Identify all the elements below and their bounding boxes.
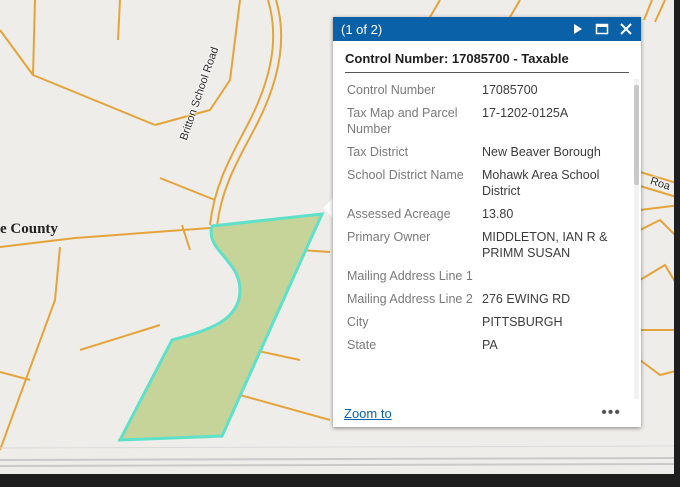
attribute-value: New Beaver Borough: [482, 145, 601, 159]
attribute-value: [478, 265, 628, 288]
attribute-row: Tax District New Beaver Borough: [343, 141, 628, 164]
maximize-button[interactable]: [595, 22, 609, 36]
attribute-row: City PITTSBURGH: [343, 311, 628, 334]
attribute-name: Primary Owner: [347, 230, 431, 244]
attribute-name: Assessed Acreage: [347, 207, 451, 221]
attribute-row: School District Name Mohawk Area School …: [343, 164, 628, 203]
attribute-row: State PA: [343, 334, 628, 357]
attribute-row: Mailing Address Line 1: [343, 265, 628, 288]
attribute-value: MIDDLETON, IAN R & PRIMM SUSAN: [482, 230, 608, 260]
attribute-row: Assessed Acreage 13.80: [343, 203, 628, 226]
popup-count: (1 of 2): [341, 21, 383, 37]
attribute-value: Mohawk Area School District: [482, 168, 600, 198]
popup-attributes[interactable]: Control Number 17085700 Tax Map and Parc…: [333, 79, 633, 399]
zoom-to-link[interactable]: Zoom to: [344, 406, 601, 421]
attribute-row: Mailing Address Line 2 276 EWING RD: [343, 288, 628, 311]
bottom-border: [0, 474, 680, 487]
attribute-name: School District Name: [347, 168, 464, 182]
attribute-name: Mailing Address Line 2: [347, 292, 473, 306]
attribute-value: 17-1202-0125A: [482, 106, 569, 120]
attribute-value: 276 EWING RD: [482, 292, 571, 306]
attribute-row: Tax Map and Parcel Number 17-1202-0125A: [343, 102, 628, 141]
attribute-name: Control Number: [347, 83, 436, 97]
attribute-value: PITTSBURGH: [482, 315, 563, 329]
attribute-name: Tax Map and Parcel Number: [347, 106, 458, 136]
scrollbar-thumb[interactable]: [634, 85, 639, 185]
attribute-value: PA: [482, 338, 498, 352]
popup-footer: Zoom to •••: [333, 401, 641, 425]
maximize-icon: [595, 23, 609, 35]
close-icon: [620, 23, 632, 35]
feature-popup: (1 of 2) Control Number: 17085700 - Taxa…: [333, 17, 641, 427]
popup-header: (1 of 2): [333, 17, 641, 41]
right-border: [674, 0, 680, 487]
attribute-name: State: [347, 338, 377, 352]
attribute-value: 13.80: [482, 207, 514, 221]
attribute-table: Control Number 17085700 Tax Map and Parc…: [343, 79, 628, 357]
attribute-name: City: [347, 315, 369, 329]
more-actions-button[interactable]: •••: [601, 404, 621, 422]
attribute-row: Control Number 17085700: [343, 79, 628, 102]
next-feature-button[interactable]: [571, 22, 585, 36]
popup-title: Control Number: 17085700 - Taxable: [345, 51, 629, 73]
attribute-row: Primary Owner MIDDLETON, IAN R & PRIMM S…: [343, 226, 628, 265]
county-label: e County: [0, 221, 58, 237]
play-icon: [574, 24, 582, 34]
attribute-name: Tax District: [347, 145, 409, 159]
attribute-name: Mailing Address Line 1: [347, 269, 473, 283]
close-button[interactable]: [619, 22, 633, 36]
attribute-value: 17085700: [482, 83, 538, 97]
